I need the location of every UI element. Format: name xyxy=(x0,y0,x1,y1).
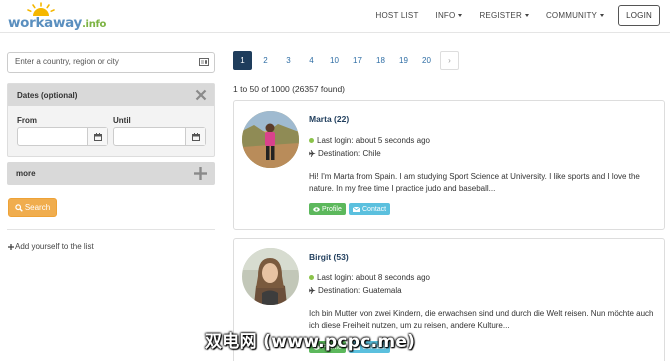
from-calendar-button[interactable] xyxy=(87,128,107,145)
add-yourself-label: Add yourself to the list xyxy=(15,242,94,251)
plane-icon xyxy=(309,287,316,295)
watermark-text: 双电网 (www.pcpc.me) xyxy=(205,332,416,352)
plus-small-icon xyxy=(8,243,14,250)
last-login-text: Last login: about 5 seconds ago xyxy=(317,136,430,145)
profile-card: Marta (22) Last login: about 5 seconds a… xyxy=(233,100,665,230)
pagination: 1 2 3 4 10 17 18 19 20 › xyxy=(233,51,463,70)
avatar[interactable] xyxy=(242,111,299,168)
online-status-icon xyxy=(309,138,314,144)
last-login: Last login: about 5 seconds ago xyxy=(309,136,430,145)
contact-button[interactable]: Contact xyxy=(349,203,391,215)
login-button[interactable]: LOGIN xyxy=(618,4,660,26)
until-calendar-button[interactable] xyxy=(185,128,205,145)
page-19[interactable]: 19 xyxy=(394,51,413,70)
profile-name[interactable]: Marta (22) xyxy=(309,114,349,124)
profile-bio: Hi! I'm Marta from Spain. I am studying … xyxy=(309,172,640,193)
calendar-icon xyxy=(191,132,200,141)
workaway-logo[interactable]: workaway.info xyxy=(8,2,106,32)
page-4[interactable]: 4 xyxy=(302,51,321,70)
sidebar-divider xyxy=(7,229,215,230)
nav-info[interactable]: INFO xyxy=(436,11,463,20)
page-17[interactable]: 17 xyxy=(348,51,367,70)
destination-text: Destination: Chile xyxy=(318,149,381,158)
location-search-input[interactable] xyxy=(15,57,195,66)
until-date-input[interactable] xyxy=(113,127,206,146)
results-count: 1 to 50 of 1000 (26357 found) xyxy=(233,84,346,94)
nav-info-label: INFO xyxy=(435,10,456,20)
next-page-button[interactable]: › xyxy=(440,51,459,70)
search-button[interactable]: Search xyxy=(8,198,57,217)
from-date-input[interactable] xyxy=(17,127,108,146)
calendar-icon xyxy=(93,132,102,141)
nav-register-label: REGISTER xyxy=(479,10,522,20)
logo-wordmark: workaway.info xyxy=(8,15,106,31)
search-button-label: Search xyxy=(24,203,51,212)
until-label: Until xyxy=(113,116,131,125)
more-filters-toggle[interactable]: more xyxy=(7,162,215,185)
destination-text: Destination: Guatemala xyxy=(318,286,402,295)
logo-tld: .info xyxy=(82,19,107,30)
caret-down-icon xyxy=(600,13,605,17)
dates-title: Dates (optional) xyxy=(17,91,78,100)
main-nav: HOST LIST INFO REGISTER COMMUNITY LOGIN xyxy=(359,4,660,26)
location-search-field[interactable] xyxy=(7,52,215,73)
more-label: more xyxy=(16,169,36,178)
sun-logo-icon xyxy=(27,2,55,16)
nav-host-list[interactable]: HOST LIST xyxy=(376,11,419,20)
add-yourself-link[interactable]: Add yourself to the list xyxy=(8,242,94,251)
page-1[interactable]: 1 xyxy=(233,51,252,70)
dates-panel-header: Dates (optional) xyxy=(8,84,214,106)
contact-button-label: Contact xyxy=(362,205,387,213)
destination: Destination: Chile xyxy=(309,149,381,158)
caret-down-icon xyxy=(524,13,529,17)
page-18[interactable]: 18 xyxy=(371,51,390,70)
profile-name[interactable]: Birgit (53) xyxy=(309,252,349,262)
close-icon[interactable] xyxy=(195,89,207,101)
avatar[interactable] xyxy=(242,248,299,305)
profile-button[interactable]: Profile xyxy=(309,203,346,215)
last-login-text: Last login: about 8 seconds ago xyxy=(317,273,430,282)
page-2[interactable]: 2 xyxy=(256,51,275,70)
eye-icon xyxy=(313,206,320,212)
nav-community[interactable]: COMMUNITY xyxy=(545,10,605,20)
page-3[interactable]: 3 xyxy=(279,51,298,70)
top-navbar: workaway.info HOST LIST INFO REGISTER CO… xyxy=(0,0,670,33)
page-10[interactable]: 10 xyxy=(325,51,344,70)
map-icon[interactable] xyxy=(199,58,209,66)
last-login: Last login: about 8 seconds ago xyxy=(309,273,430,282)
profile-button-label: Profile xyxy=(322,205,342,213)
profile-photo-birgit xyxy=(242,248,299,305)
envelope-icon xyxy=(353,206,360,212)
caret-down-icon xyxy=(458,13,463,17)
plane-icon xyxy=(309,150,316,158)
dates-filter-panel: Dates (optional) From Until xyxy=(7,83,215,157)
nav-register[interactable]: REGISTER xyxy=(479,11,529,20)
profile-photo-marta xyxy=(242,111,299,168)
online-status-icon xyxy=(309,275,314,281)
search-icon xyxy=(15,203,23,212)
plus-icon[interactable] xyxy=(193,166,208,181)
from-label: From xyxy=(17,116,37,125)
nav-community-label: COMMUNITY xyxy=(545,10,598,20)
logo-text: workaway xyxy=(8,15,83,31)
destination: Destination: Guatemala xyxy=(309,286,402,295)
page-20[interactable]: 20 xyxy=(417,51,436,70)
